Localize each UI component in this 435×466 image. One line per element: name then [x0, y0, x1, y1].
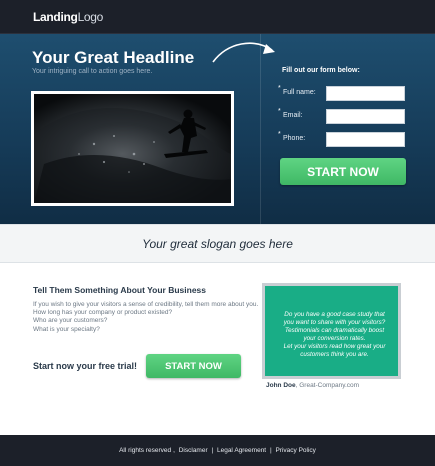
- top-bar: LandingLogo: [0, 0, 435, 34]
- footer-link-legal[interactable]: Legal Agreement: [216, 447, 267, 454]
- business-section-title: Tell Them Something About Your Business: [33, 285, 207, 295]
- slogan-text: Your great slogan goes here: [142, 237, 293, 251]
- required-asterisk: *: [278, 131, 281, 138]
- footer-separator: |: [269, 447, 272, 454]
- footer-links: All rights reserved, Disclamer | Legal A…: [0, 447, 435, 454]
- footer-link-disclaimer[interactable]: Disclamer: [178, 447, 209, 454]
- full-name-input[interactable]: [326, 86, 405, 101]
- testimonial-line: Testimonials can dramatically boost: [284, 327, 385, 334]
- footer: All rights reserved, Disclamer | Legal A…: [0, 435, 435, 466]
- description-line: How long has your company or product exi…: [33, 309, 173, 317]
- footer-link-rights[interactable]: All rights reserved: [118, 447, 172, 454]
- phone-label: Phone:: [283, 135, 306, 142]
- testimonial-text: Do you have a good case study that you w…: [271, 311, 398, 359]
- required-asterisk: *: [278, 85, 281, 92]
- form-row-email: * Email:: [278, 108, 408, 124]
- logo-bold-text: Landing: [33, 10, 78, 24]
- logo-light-text: Logo: [77, 10, 104, 24]
- testimonial-author: John Doe: [266, 382, 296, 389]
- testimonial-box: Do you have a good case study that you w…: [262, 283, 401, 379]
- hero-section: Your Great Headline Your intriguing call…: [0, 34, 435, 224]
- testimonial-line: Let your visitors read how great your: [283, 343, 386, 350]
- testimonial-line: Do you have a good case study that: [284, 311, 385, 318]
- description-line: If you wish to give your visitors a sens…: [33, 301, 259, 308]
- logo[interactable]: LandingLogo: [33, 10, 103, 24]
- business-description: If you wish to give your visitors a sens…: [33, 301, 258, 334]
- footer-separator: ,: [173, 447, 175, 454]
- form-row-full-name: * Full name:: [278, 85, 408, 101]
- testimonial-line: you want to share with your visitors?: [283, 319, 386, 326]
- form-title: Fill out our form below:: [282, 67, 360, 74]
- free-trial-text: Start now your free trial!: [33, 361, 138, 371]
- testimonial-attribution: John Doe, Great-Company.com: [266, 382, 359, 389]
- footer-link-privacy[interactable]: Privacy Policy: [274, 447, 316, 454]
- hero-image-surfer: [31, 91, 234, 206]
- email-label: Email:: [283, 112, 303, 119]
- start-now-trial-button[interactable]: START NOW: [146, 354, 241, 378]
- surfer-photo-icon: [34, 94, 231, 203]
- form-row-phone: * Phone:: [278, 131, 408, 147]
- content-section: Tell Them Something About Your Business …: [0, 263, 435, 435]
- footer-separator: |: [211, 447, 214, 454]
- slogan-band: Your great slogan goes here: [0, 224, 435, 263]
- testimonial-line: customers think you are.: [300, 351, 369, 358]
- page-subheadline: Your intriguing call to action goes here…: [32, 68, 153, 75]
- testimonial-line: your conversion rates.: [303, 335, 366, 342]
- start-now-button[interactable]: START NOW: [280, 158, 406, 185]
- email-input[interactable]: [326, 109, 405, 124]
- curved-arrow-icon: [212, 42, 275, 63]
- page-headline: Your Great Headline: [32, 48, 195, 67]
- full-name-label: Full name:: [283, 89, 316, 96]
- description-line: Who are your customers?: [33, 317, 108, 325]
- description-line: What is your specialty?: [33, 325, 100, 333]
- phone-input[interactable]: [326, 132, 405, 147]
- required-asterisk: *: [278, 108, 281, 115]
- testimonial-company: , Great-Company.com: [295, 382, 360, 389]
